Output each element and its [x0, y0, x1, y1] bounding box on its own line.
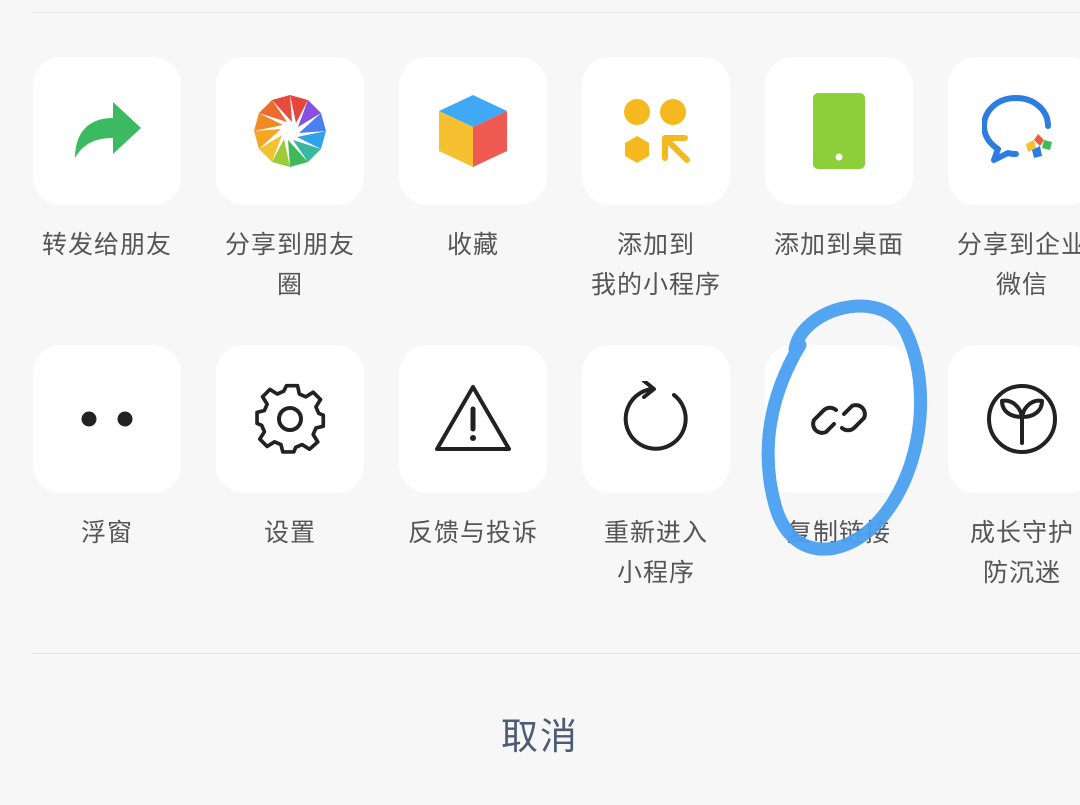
feedback-tile[interactable]	[399, 345, 547, 493]
sprout-icon	[987, 384, 1057, 454]
top-divider	[32, 12, 1080, 13]
wecom-label-line1: 分享到企业	[956, 230, 1080, 259]
growth-guard-label-line2: 防沉迷	[982, 558, 1061, 587]
add-miniprogram-label-line2: 我的小程序	[590, 270, 721, 299]
moments-tile[interactable]	[216, 57, 364, 205]
forward-to-friend-button[interactable]: 转发给朋友	[33, 57, 181, 265]
copy-link-tile[interactable]	[765, 345, 913, 493]
favorites-cube-icon	[439, 95, 507, 167]
gear-icon	[255, 383, 326, 454]
add-to-desktop-button[interactable]: 添加到桌面	[765, 57, 913, 265]
float-window-icon	[81, 411, 133, 427]
feedback-complaint-button[interactable]: 反馈与投诉	[399, 345, 547, 553]
settings-button[interactable]: 设置	[216, 345, 364, 553]
add-miniprogram-icon	[624, 99, 690, 163]
float-window-tile[interactable]	[33, 345, 181, 493]
reenter-miniprogram-button[interactable]: 重新进入 小程序	[582, 345, 730, 593]
add-desktop-label: 添加到桌面	[773, 230, 904, 259]
growth-guard-button[interactable]: 成长守护 防沉迷	[948, 345, 1080, 593]
add-miniprogram-label-line1: 添加到	[616, 230, 695, 259]
favorite-button[interactable]: 收藏	[399, 57, 547, 265]
reenter-tile[interactable]	[582, 345, 730, 493]
moments-label-line1: 分享到朋友	[224, 230, 355, 259]
wecom-tile[interactable]	[948, 57, 1080, 205]
cancel-button[interactable]: 取消	[0, 706, 1080, 760]
share-to-wecom-button[interactable]: 分享到企业 微信	[948, 57, 1080, 305]
float-window-label: 浮窗	[80, 518, 133, 547]
wecom-label-line2: 微信	[995, 270, 1048, 299]
add-miniprogram-tile[interactable]	[582, 57, 730, 205]
copy-link-button[interactable]: 复制链接	[765, 345, 913, 553]
share-to-moments-button[interactable]: 分享到朋友 圈	[216, 57, 364, 305]
wecom-icon	[982, 95, 1052, 163]
add-desktop-tile[interactable]	[765, 57, 913, 205]
refresh-icon	[623, 381, 688, 451]
warning-icon	[435, 385, 511, 451]
copy-link-label: 复制链接	[786, 518, 891, 547]
bottom-divider	[32, 653, 1080, 654]
forward-label: 转发给朋友	[41, 230, 172, 259]
desktop-phone-icon	[813, 93, 865, 169]
settings-label: 设置	[263, 518, 316, 547]
favorite-tile[interactable]	[399, 57, 547, 205]
float-window-button[interactable]: 浮窗	[33, 345, 181, 553]
favorite-label: 收藏	[446, 230, 499, 259]
reenter-label-line2: 小程序	[616, 558, 695, 587]
moments-icon	[254, 95, 326, 167]
forward-icon	[75, 102, 141, 158]
link-icon	[811, 403, 867, 435]
reenter-label-line1: 重新进入	[603, 518, 708, 547]
add-to-my-miniprogram-button[interactable]: 添加到 我的小程序	[582, 57, 730, 305]
settings-tile[interactable]	[216, 345, 364, 493]
growth-guard-label-line1: 成长守护	[969, 518, 1074, 547]
growth-guard-tile[interactable]	[948, 345, 1080, 493]
feedback-label: 反馈与投诉	[407, 518, 538, 547]
forward-tile[interactable]	[33, 57, 181, 205]
moments-label-line2: 圈	[276, 270, 303, 299]
